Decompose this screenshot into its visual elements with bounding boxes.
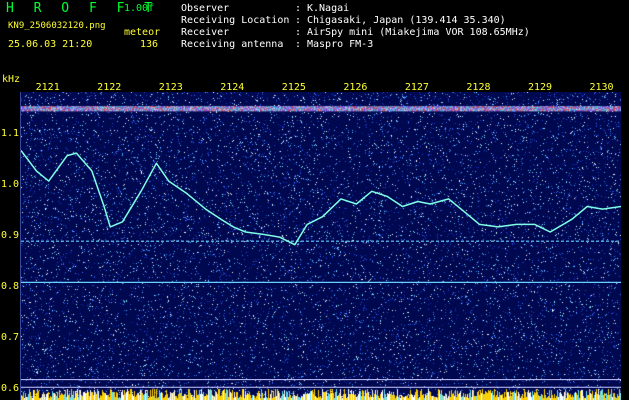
info-row-observer: Observer: K.Nagai bbox=[181, 3, 349, 14]
info-value: Maspro FM-3 bbox=[307, 39, 374, 50]
info-separator: : bbox=[295, 3, 302, 14]
y-tick-label: 1.1 bbox=[1, 128, 20, 140]
info-value: Chigasaki, Japan (139.414 35.340) bbox=[307, 15, 506, 26]
doppler-trace bbox=[21, 150, 621, 246]
spectrogram-overlay bbox=[21, 150, 621, 388]
info-value: AirSpy mini (Miakejima VOR 108.65MHz) bbox=[307, 27, 530, 38]
info-label: Receiving antenna bbox=[181, 39, 284, 50]
info-row-antenna: Receiving antenna: Maspro FM-3 bbox=[181, 39, 373, 50]
info-label: Observer bbox=[181, 3, 230, 14]
timestamp: 25.06.03 21:20 bbox=[8, 39, 93, 50]
info-separator: : bbox=[295, 15, 302, 26]
info-label: Receiver bbox=[181, 27, 230, 38]
observation-mode: meteor bbox=[124, 27, 161, 38]
y-tick-label: 0.8 bbox=[1, 281, 20, 292]
y-tick-label: 1.0 bbox=[1, 179, 20, 191]
info-separator: : bbox=[295, 39, 302, 50]
info-value: K.Nagai bbox=[307, 3, 350, 14]
hrofft-window: H R O F F T 1.00f KN9_2506032120.png met… bbox=[0, 0, 629, 400]
file-name: KN9_2506032120.png bbox=[8, 21, 106, 31]
detection-count: 136 bbox=[140, 39, 159, 50]
info-separator: : bbox=[295, 27, 302, 38]
info-row-receiver: Receiver: AirSpy mini (Miakejima VOR 108.… bbox=[181, 27, 530, 38]
y-axis-unit: kHz bbox=[2, 74, 21, 85]
info-label: Receiving Location bbox=[181, 15, 290, 26]
y-tick-label: 0.9 bbox=[1, 230, 20, 242]
app-version: 1.00f bbox=[124, 3, 155, 14]
y-tick-label: 0.6 bbox=[1, 382, 20, 394]
info-row-location: Receiving Location: Chigasaki, Japan (139… bbox=[181, 15, 506, 26]
y-tick-label: 0.7 bbox=[1, 331, 20, 343]
spectrogram-plot[interactable] bbox=[20, 92, 621, 400]
